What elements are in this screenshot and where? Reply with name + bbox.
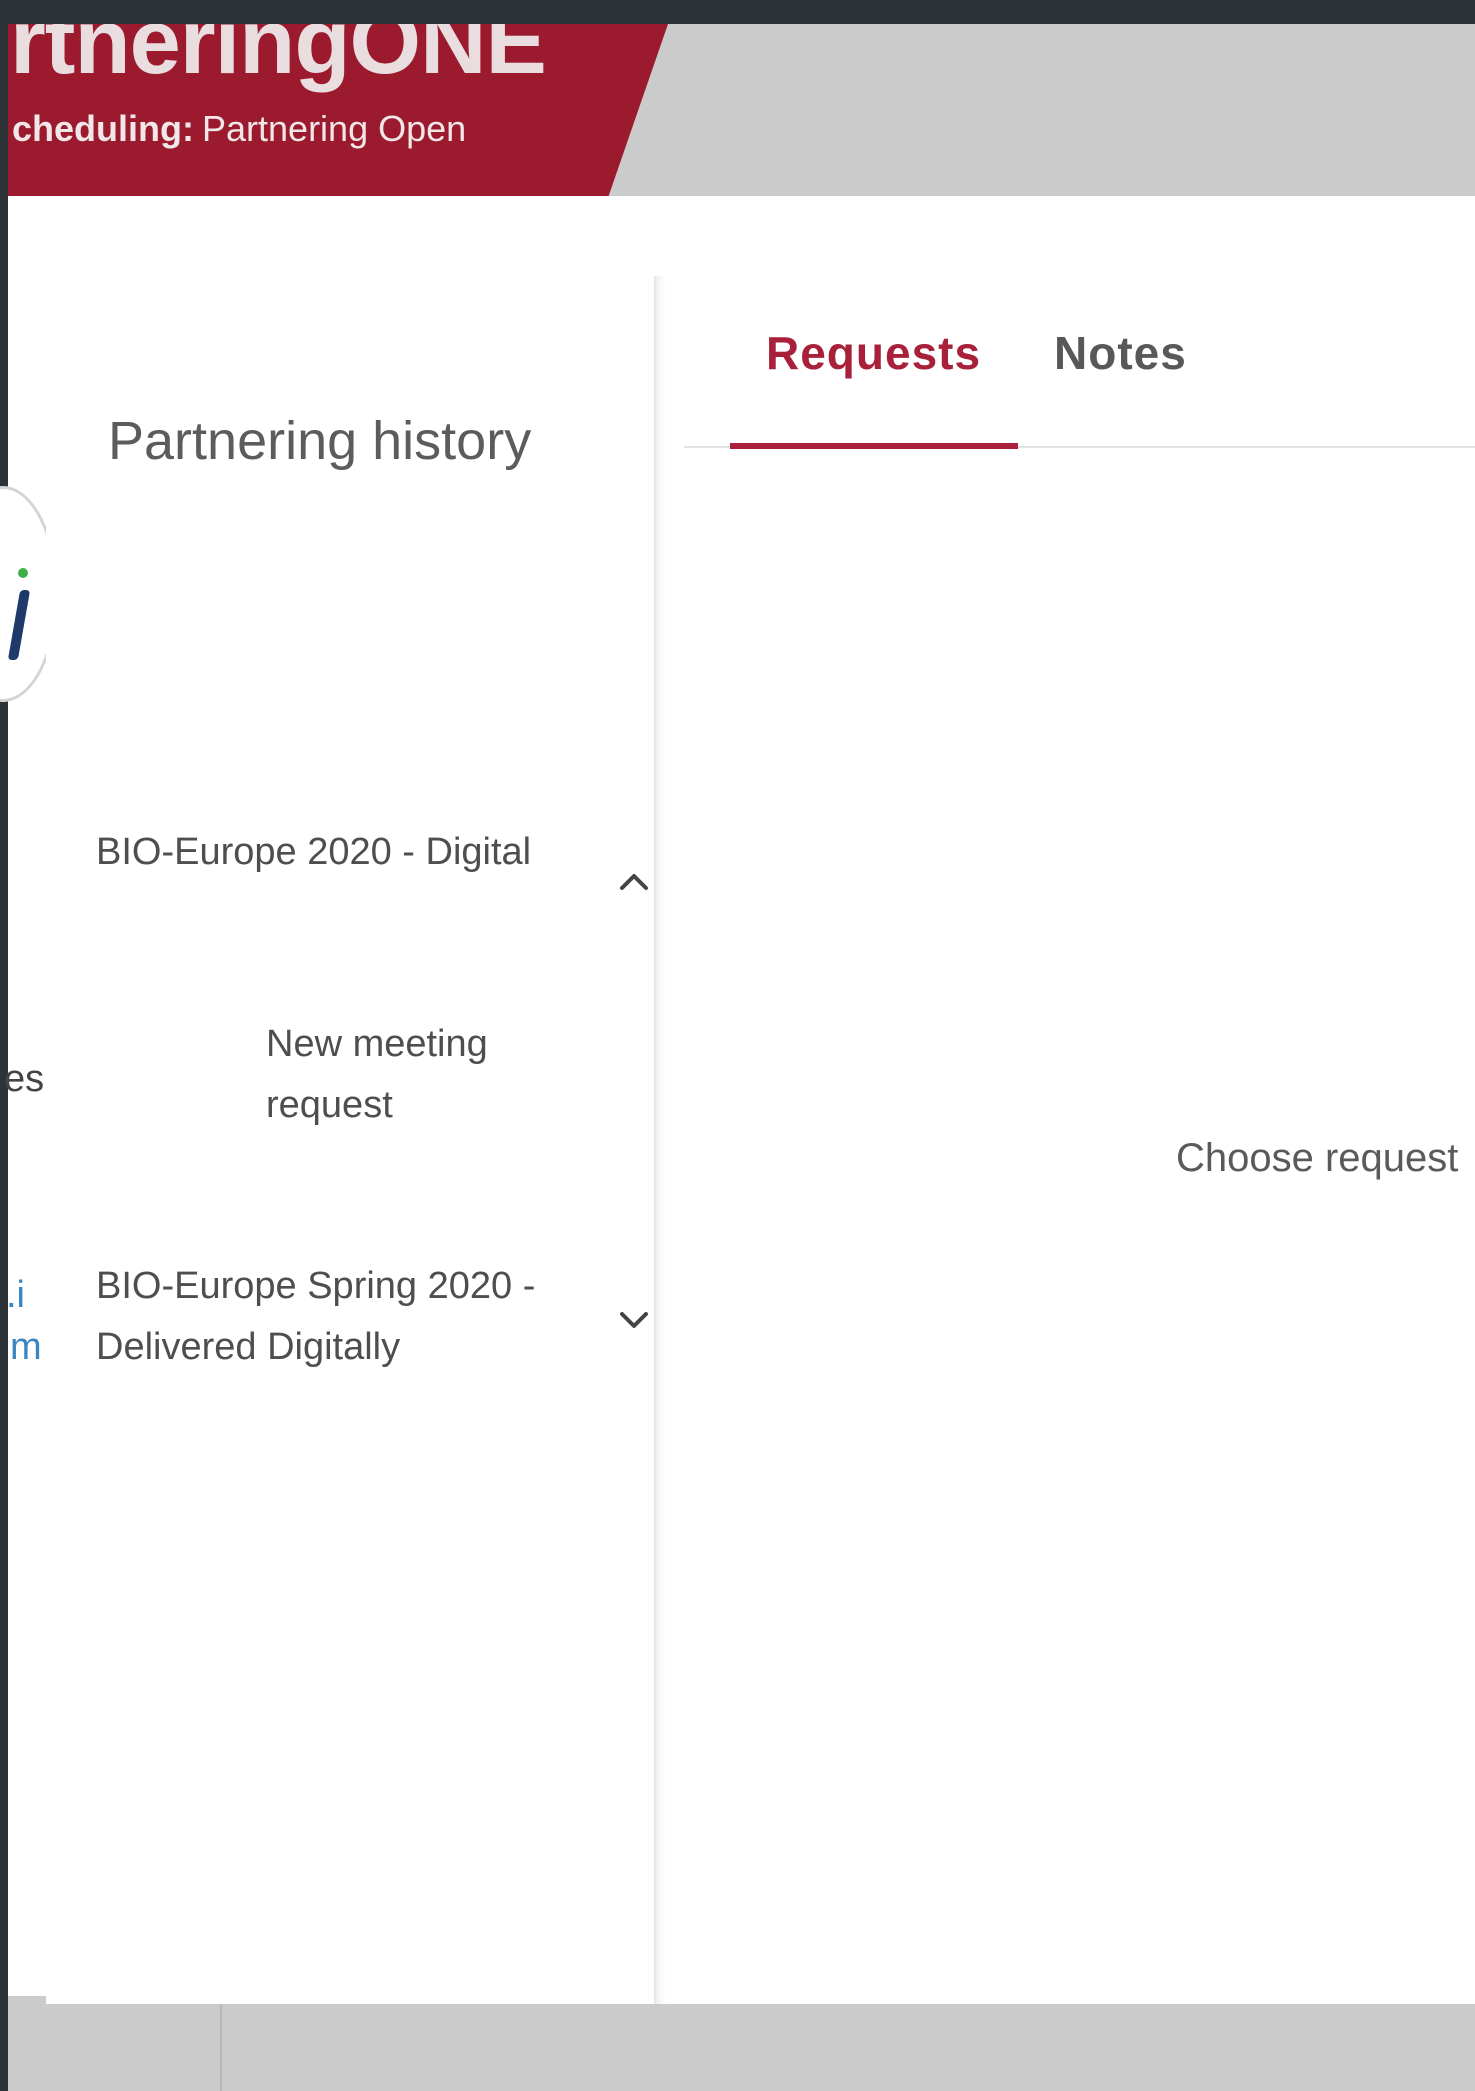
event-label: BIO-Europe Spring 2020 - Delivered Digit… — [96, 1265, 536, 1368]
background-page: es, .i m — [0, 196, 58, 1996]
chevron-down-icon[interactable] — [614, 1300, 654, 1340]
empty-state-message: Choose request — [1176, 1136, 1459, 1180]
logo-dot-icon — [18, 568, 28, 578]
brand-banner: rtneringONE cheduling: Partnering Open — [8, 24, 668, 196]
scheduling-status: cheduling: Partnering Open — [12, 108, 466, 150]
event-label: BIO-Europe 2020 - Digital — [96, 831, 532, 873]
background-link-fragment[interactable]: .i — [6, 1274, 25, 1317]
panel-title: Partnering history — [108, 411, 532, 471]
panel-divider — [654, 276, 666, 2004]
history-panel: Partnering history BIO-Europe 2020 - Dig… — [46, 276, 654, 2004]
partnering-history-modal: Partnering history BIO-Europe 2020 - Dig… — [46, 196, 1475, 2004]
chevron-up-icon[interactable] — [614, 862, 654, 902]
background-link-fragment[interactable]: m — [10, 1326, 42, 1369]
scheduling-label: cheduling: — [12, 108, 194, 149]
brand-logo: rtneringONE — [10, 24, 547, 93]
event-item-bio-europe-2020[interactable]: BIO-Europe 2020 - Digital — [96, 822, 656, 952]
scheduling-value: Partnering Open — [202, 108, 467, 149]
tabs-bar: Requests Notes — [684, 286, 1475, 449]
event-item-bio-europe-spring-2020[interactable]: BIO-Europe Spring 2020 - Delivered Digit… — [96, 1256, 656, 1386]
footer-divider — [220, 2004, 222, 2091]
tab-notes[interactable]: Notes — [1054, 326, 1187, 380]
sub-item-new-meeting-request[interactable]: New meeting request — [266, 1014, 566, 1136]
active-tab-indicator — [730, 443, 1018, 449]
tab-requests[interactable]: Requests — [766, 326, 981, 380]
